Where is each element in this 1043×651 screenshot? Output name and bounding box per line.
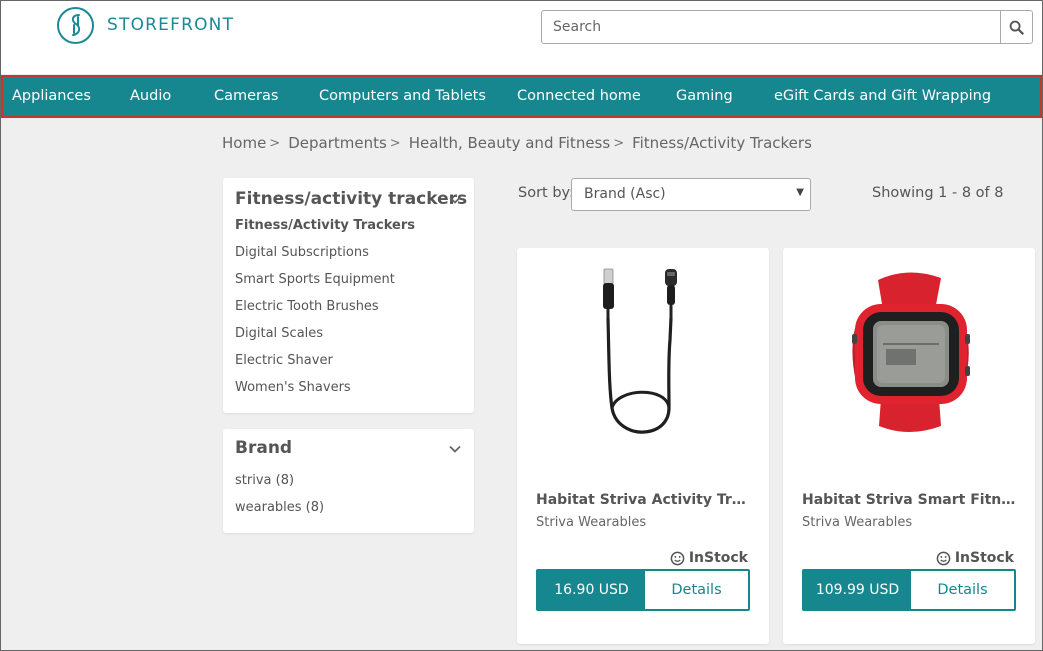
breadcrumb-home[interactable]: Home xyxy=(222,134,266,153)
product-title[interactable]: Habitat Striva Smart Fitnes... xyxy=(802,492,1018,508)
product-brand: Striva Wearables xyxy=(802,515,913,530)
price-button[interactable]: 16.90 USD xyxy=(538,571,645,609)
category-nav: Appliances Audio Cameras Computers and T… xyxy=(1,75,1042,118)
breadcrumb-separator: > xyxy=(389,136,401,151)
storefront-logo[interactable]: STOREFRONT xyxy=(57,6,234,44)
category-item-digital-subscriptions[interactable]: Digital Subscriptions xyxy=(235,245,369,260)
chevron-down-icon[interactable] xyxy=(448,193,462,207)
brand-filter-panel: Brand striva (8) wearables (8) xyxy=(223,429,474,533)
nav-item-computers-and-tablets[interactable]: Computers and Tablets xyxy=(319,88,486,104)
product-actions: 16.90 USD Details xyxy=(536,569,750,611)
sort-value: Brand (Asc) xyxy=(584,186,666,202)
product-title[interactable]: Habitat Striva Activity Trac... xyxy=(536,492,752,508)
smiley-icon xyxy=(936,551,951,565)
details-button[interactable]: Details xyxy=(645,571,748,609)
nav-item-cameras[interactable]: Cameras xyxy=(214,88,278,104)
breadcrumb: Home > Departments > Health, Beauty and … xyxy=(222,134,812,153)
breadcrumb-departments[interactable]: Departments xyxy=(288,134,387,153)
chevron-down-icon[interactable] xyxy=(448,442,462,456)
red-smartwatch-image[interactable] xyxy=(783,248,1035,488)
product-card: Habitat Striva Activity Trac... Striva W… xyxy=(517,248,769,644)
category-item-electric-shaver[interactable]: Electric Shaver xyxy=(235,353,333,368)
category-item-digital-scales[interactable]: Digital Scales xyxy=(235,326,323,341)
stock-label: InStock xyxy=(954,550,1014,566)
brand-panel-title: Brand xyxy=(235,438,293,458)
nav-item-audio[interactable]: Audio xyxy=(130,88,171,104)
nav-item-egift-cards[interactable]: eGift Cards and Gift Wrapping xyxy=(774,88,991,104)
brand-item-wearables[interactable]: wearables (8) xyxy=(235,500,324,515)
breadcrumb-separator: > xyxy=(613,136,625,151)
search-icon xyxy=(1009,20,1024,35)
stock-status: InStock xyxy=(670,550,748,566)
breadcrumb-separator: > xyxy=(269,136,281,151)
nav-item-gaming[interactable]: Gaming xyxy=(676,88,733,104)
smiley-icon xyxy=(670,551,685,565)
dropdown-caret-icon: ▼ xyxy=(796,187,804,198)
category-item-womens-shavers[interactable]: Women's Shavers xyxy=(235,380,351,395)
category-item-smart-sports-equipment[interactable]: Smart Sports Equipment xyxy=(235,272,395,287)
charging-cable-image[interactable] xyxy=(517,248,769,488)
nav-item-connected-home[interactable]: Connected home xyxy=(517,88,641,104)
category-item-fitness-activity-trackers[interactable]: Fitness/Activity Trackers xyxy=(235,218,415,233)
breadcrumb-current: Fitness/Activity Trackers xyxy=(632,134,812,152)
site-header: STOREFRONT xyxy=(1,1,1042,74)
breadcrumb-health-beauty-fitness[interactable]: Health, Beauty and Fitness xyxy=(409,134,610,153)
brand-item-striva[interactable]: striva (8) xyxy=(235,473,294,488)
product-brand: Striva Wearables xyxy=(536,515,647,530)
search-box xyxy=(541,10,1033,44)
results-count: Showing 1 - 8 of 8 xyxy=(872,185,1004,201)
search-input[interactable] xyxy=(542,11,1000,43)
brand-name: STOREFRONT xyxy=(107,15,235,35)
stock-status: InStock xyxy=(936,550,1014,566)
category-filter-panel: Fitness/activity trackers Fitness/Activi… xyxy=(223,178,474,413)
stock-label: InStock xyxy=(688,550,748,566)
price-button[interactable]: 109.99 USD xyxy=(804,571,911,609)
sort-select[interactable]: Brand (Asc) ▼ xyxy=(571,178,811,211)
product-card: Habitat Striva Smart Fitnes... Striva We… xyxy=(783,248,1035,644)
product-actions: 109.99 USD Details xyxy=(802,569,1016,611)
nav-item-appliances[interactable]: Appliances xyxy=(12,88,91,104)
sort-label: Sort by: xyxy=(518,185,574,201)
details-button[interactable]: Details xyxy=(911,571,1014,609)
search-button[interactable] xyxy=(1000,11,1032,43)
category-item-electric-tooth-brushes[interactable]: Electric Tooth Brushes xyxy=(235,299,379,314)
category-panel-title: Fitness/activity trackers xyxy=(235,189,468,209)
logo-icon xyxy=(57,6,94,44)
